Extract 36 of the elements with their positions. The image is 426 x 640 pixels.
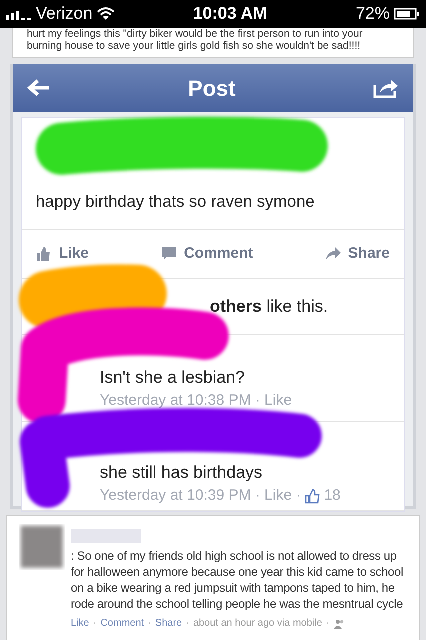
separator-dot: · [148,617,152,631]
comment-meta: Yesterday at 10:39 PM · Like · [100,486,302,506]
separator-dot: · [93,617,97,631]
separator-dot: · [326,617,330,631]
back-arrow-icon[interactable] [27,78,51,98]
signal-icon [6,8,32,20]
like-count: 18 [324,486,341,506]
speech-bubble-icon [161,246,178,262]
post-time: about an hour ago via mobile [193,617,322,631]
likes-summary: others like this. [210,296,328,318]
comment-text: she still has birthdays [100,462,264,484]
battery-icon [394,8,420,20]
post-text: hurt my feelings this "dirty biker would be the first person to run into your burning house to save your little girls gold fish so she wouldn't be sad!!!! [27,28,364,52]
nav-title: Post [188,74,236,102]
post-text: happy birthday thats so raven symone [35,192,316,213]
blurred-name [71,528,141,543]
carrier-name: Verizon [36,3,93,26]
blurred-avatar [19,524,65,570]
footer-link[interactable]: Share [155,616,182,631]
battery-percent: 72% [356,3,390,26]
share-arrow-icon [325,246,342,262]
people-icon [334,618,345,628]
comment-meta: Yesterday at 10:38 PM · Like [100,391,292,412]
thumbs-up-icon [36,246,52,262]
thumbs-up-icon [305,489,320,504]
story-text: : So one of my friends old high school is not allowed to dress up for halloween anymore because one year this kid came to school on a bike wearing a red jumpsuit with tampons taped to him, he rode around the school telling people he was the mesntrual cycle [71,548,404,612]
share-button[interactable]: Share [325,242,390,265]
footer-link[interactable]: Like [71,616,90,631]
separator-dot: · [186,617,190,631]
footer-link[interactable]: Comment [100,616,144,631]
share-icon[interactable] [373,77,399,99]
comment-button[interactable]: Comment [161,242,254,265]
wifi-icon [96,7,115,21]
like-button[interactable]: Like [36,242,90,265]
comment-text: Isn't she a lesbian? [100,366,246,389]
status-time: 10:03 AM [192,3,268,26]
